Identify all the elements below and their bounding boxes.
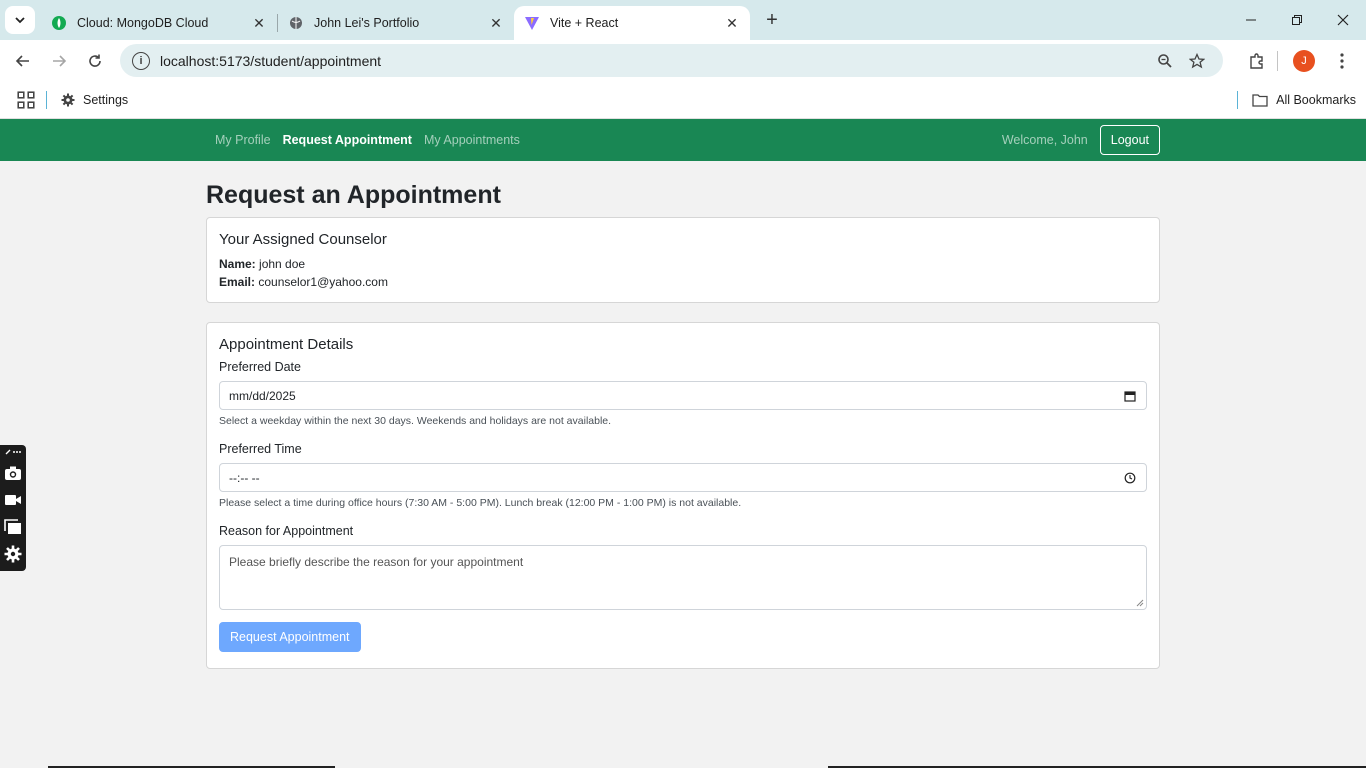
toolbar-actions: J bbox=[1235, 45, 1358, 77]
address-bar[interactable]: i localhost:5173/student/appointment bbox=[120, 44, 1223, 77]
browser-tab-mongodb[interactable]: Cloud: MongoDB Cloud ✕ bbox=[41, 6, 277, 40]
browser-menu-button[interactable] bbox=[1326, 45, 1358, 77]
logout-button[interactable]: Logout bbox=[1099, 125, 1160, 155]
avatar: J bbox=[1293, 49, 1315, 72]
time-input[interactable]: --:-- -- bbox=[219, 463, 1147, 492]
resize-grip-icon[interactable] bbox=[1136, 599, 1144, 607]
new-tab-button[interactable]: + bbox=[758, 6, 786, 34]
bookmark-divider bbox=[46, 90, 47, 109]
restore-button[interactable] bbox=[1274, 0, 1320, 40]
reason-label: Reason for Appointment bbox=[219, 524, 354, 538]
bookmark-settings[interactable]: Settings bbox=[61, 93, 128, 107]
details-heading: Appointment Details bbox=[219, 336, 354, 353]
arrow-right-icon bbox=[53, 54, 67, 67]
gear-icon[interactable] bbox=[3, 543, 23, 565]
chevron-down-icon bbox=[15, 17, 25, 24]
restore-icon bbox=[1292, 15, 1302, 25]
welcome-text: Welcome, John bbox=[1001, 133, 1088, 147]
nav-links: My Profile Request Appointment My Appoin… bbox=[215, 119, 532, 161]
appointment-details-card: Appointment Details Preferred Date mm/dd… bbox=[206, 322, 1160, 669]
more-vertical-icon bbox=[1340, 52, 1344, 69]
date-input[interactable]: mm/dd/2025 bbox=[219, 381, 1147, 410]
url-text[interactable]: localhost:5173/student/appointment bbox=[160, 53, 1147, 69]
browser-tab-vite[interactable]: Vite + React ✕ bbox=[514, 6, 750, 40]
tab-title: John Lei's Portfolio bbox=[314, 16, 420, 30]
page-title: Request an Appointment bbox=[206, 181, 501, 209]
folder-icon bbox=[1252, 93, 1268, 107]
arrow-left-icon bbox=[15, 54, 29, 67]
counselor-name-label: Name: bbox=[219, 257, 256, 271]
tab-title: Cloud: MongoDB Cloud bbox=[77, 16, 209, 30]
reason-placeholder: Please briefly describe the reason for y… bbox=[229, 555, 524, 569]
close-icon[interactable]: ✕ bbox=[251, 15, 267, 31]
nav-link-request-appointment[interactable]: Request Appointment bbox=[283, 133, 412, 147]
back-button[interactable] bbox=[8, 46, 38, 76]
apps-grid-icon[interactable] bbox=[16, 90, 36, 110]
tab-search-button[interactable] bbox=[5, 6, 35, 34]
reload-icon bbox=[89, 54, 101, 67]
reload-button[interactable] bbox=[80, 46, 110, 76]
nav-link-my-appointments[interactable]: My Appointments bbox=[424, 133, 520, 147]
browser-toolbar: i localhost:5173/student/appointment J bbox=[0, 40, 1366, 81]
counselor-email: counselor1@yahoo.com bbox=[258, 275, 388, 289]
nav-link-my-profile[interactable]: My Profile bbox=[215, 133, 271, 147]
browser-tab-portfolio[interactable]: John Lei's Portfolio ✕ bbox=[278, 6, 514, 40]
app-navbar: My Profile Request Appointment My Appoin… bbox=[0, 119, 1366, 161]
time-help-text: Please select a time during office hours… bbox=[219, 497, 742, 509]
mongodb-leaf-icon bbox=[51, 15, 67, 31]
vite-icon bbox=[524, 15, 540, 31]
date-label: Preferred Date bbox=[219, 360, 301, 374]
screen-capture-widget bbox=[0, 445, 26, 571]
tab-title: Vite + React bbox=[550, 16, 619, 30]
window-capture-icon[interactable] bbox=[3, 516, 23, 538]
date-input-value: mm/dd/2025 bbox=[229, 388, 296, 403]
bookmark-star-icon[interactable] bbox=[1183, 47, 1211, 75]
time-label: Preferred Time bbox=[219, 442, 302, 456]
bookmark-settings-label: Settings bbox=[83, 92, 129, 107]
url-host: localhost bbox=[160, 52, 216, 69]
counselor-name: john doe bbox=[259, 257, 306, 271]
window-controls bbox=[1228, 0, 1366, 40]
gear-icon bbox=[61, 93, 75, 106]
clock-icon[interactable] bbox=[1123, 471, 1137, 485]
close-icon[interactable]: ✕ bbox=[488, 15, 504, 31]
counselor-heading: Your Assigned Counselor bbox=[219, 231, 387, 248]
profile-avatar[interactable]: J bbox=[1288, 45, 1320, 77]
counselor-email-label: Email: bbox=[219, 275, 256, 289]
camera-icon[interactable] bbox=[3, 462, 23, 484]
time-input-value: --:-- -- bbox=[229, 470, 260, 485]
globe-icon bbox=[288, 15, 304, 31]
zoom-icon[interactable] bbox=[1151, 47, 1179, 75]
close-icon bbox=[1337, 14, 1349, 26]
widget-menu-icon[interactable] bbox=[4, 448, 22, 460]
minimize-button[interactable] bbox=[1228, 0, 1274, 40]
counselor-card: Your Assigned Counselor Name: john doe E… bbox=[206, 217, 1160, 303]
counselor-email-row: Email: counselor1@yahoo.com bbox=[219, 273, 1147, 291]
forward-button[interactable] bbox=[44, 46, 74, 76]
minimize-icon bbox=[1246, 19, 1256, 21]
nav-user-area: Welcome, John Logout bbox=[1002, 119, 1160, 161]
toolbar-divider bbox=[1277, 50, 1278, 71]
close-icon[interactable]: ✕ bbox=[724, 15, 740, 31]
reason-textarea[interactable]: Please briefly describe the reason for y… bbox=[219, 545, 1147, 610]
bookmarks-bar: Settings All Bookmarks bbox=[0, 81, 1366, 119]
extensions-icon[interactable] bbox=[1241, 45, 1273, 77]
date-help-text: Select a weekday within the next 30 days… bbox=[219, 415, 612, 427]
all-bookmarks[interactable]: All Bookmarks bbox=[1237, 90, 1356, 109]
main-content: Request an Appointment Your Assigned Cou… bbox=[206, 181, 1160, 669]
site-info-icon[interactable]: i bbox=[132, 51, 150, 70]
close-window-button[interactable] bbox=[1320, 0, 1366, 40]
video-icon[interactable] bbox=[3, 489, 23, 511]
request-appointment-button[interactable]: Request Appointment bbox=[219, 622, 361, 652]
bookmark-divider bbox=[1237, 90, 1239, 109]
url-path: :5173/student/appointment bbox=[215, 52, 382, 69]
counselor-name-row: Name: john doe bbox=[219, 255, 1147, 273]
browser-tab-bar: Cloud: MongoDB Cloud ✕ John Lei's Portfo… bbox=[0, 0, 1366, 40]
calendar-icon[interactable] bbox=[1123, 389, 1137, 403]
all-bookmarks-label: All Bookmarks bbox=[1276, 92, 1356, 107]
